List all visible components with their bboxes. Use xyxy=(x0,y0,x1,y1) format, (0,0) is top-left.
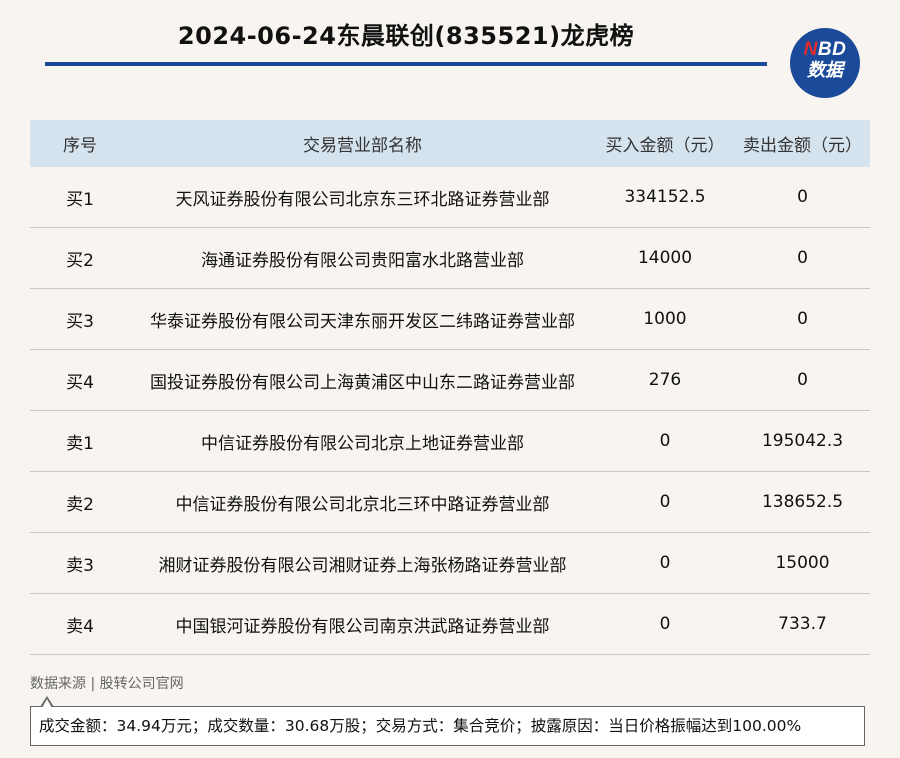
cell-seq: 买4 xyxy=(30,349,130,411)
cell-branch-name: 华泰证券股份有限公司天津东丽开发区二纬路证券营业部 xyxy=(130,288,595,350)
cell-seq: 卖3 xyxy=(30,532,130,594)
table-row: 卖3 湘财证券股份有限公司湘财证券上海张杨路证券营业部 0 15000 xyxy=(30,532,870,594)
cell-sell-amount: 733.7 xyxy=(735,593,870,655)
trade-summary-note: 成交金额：34.94万元；成交数量：30.68万股；交易方式：集合竞价；披露原因… xyxy=(30,706,865,746)
cell-buy-amount: 0 xyxy=(595,471,735,533)
cell-sell-amount: 0 xyxy=(735,349,870,411)
header-seq: 序号 xyxy=(30,120,130,167)
cell-seq: 卖4 xyxy=(30,593,130,655)
cell-branch-name: 国投证券股份有限公司上海黄浦区中山东二路证券营业部 xyxy=(130,349,595,411)
logo-text-bottom: 数据 xyxy=(807,60,843,81)
logo-letters: BD xyxy=(817,39,847,60)
cell-seq: 卖2 xyxy=(30,471,130,533)
cell-sell-amount: 0 xyxy=(735,227,870,289)
table-row: 买4 国投证券股份有限公司上海黄浦区中山东二路证券营业部 276 0 xyxy=(30,349,870,411)
table-row: 卖2 中信证券股份有限公司北京北三环中路证券营业部 0 138652.5 xyxy=(30,471,870,533)
cell-sell-amount: 0 xyxy=(735,167,870,228)
header-branch-name: 交易营业部名称 xyxy=(130,120,595,167)
title-underline xyxy=(45,62,767,66)
cell-buy-amount: 276 xyxy=(595,349,735,411)
cell-sell-amount: 138652.5 xyxy=(735,471,870,533)
cell-branch-name: 中国银河证券股份有限公司南京洪武路证券营业部 xyxy=(130,593,595,655)
cell-branch-name: 海通证券股份有限公司贵阳富水北路营业部 xyxy=(130,227,595,289)
nbd-logo: NBD 数据 xyxy=(790,28,860,98)
logo-text-top: NBD xyxy=(790,39,860,61)
cell-sell-amount: 195042.3 xyxy=(735,410,870,472)
cell-buy-amount: 1000 xyxy=(595,288,735,350)
data-source-label: 数据来源 | 股转公司官网 xyxy=(30,676,184,692)
cell-seq: 买1 xyxy=(30,167,130,228)
cell-buy-amount: 0 xyxy=(595,532,735,594)
cell-seq: 买2 xyxy=(30,227,130,289)
cell-seq: 买3 xyxy=(30,288,130,350)
table-row: 买3 华泰证券股份有限公司天津东丽开发区二纬路证券营业部 1000 0 xyxy=(30,288,870,350)
table-row: 卖1 中信证券股份有限公司北京上地证券营业部 0 195042.3 xyxy=(30,410,870,472)
cell-sell-amount: 0 xyxy=(735,288,870,350)
cell-buy-amount: 0 xyxy=(595,593,735,655)
table-row: 买1 天风证券股份有限公司北京东三环北路证券营业部 334152.5 0 xyxy=(30,167,870,228)
cell-buy-amount: 14000 xyxy=(595,227,735,289)
page-title: 2024-06-24东晨联创(835521)龙虎榜 xyxy=(177,22,635,50)
cell-buy-amount: 0 xyxy=(595,410,735,472)
cell-branch-name: 天风证券股份有限公司北京东三环北路证券营业部 xyxy=(130,167,595,228)
header-buy-amount: 买入金额（元） xyxy=(595,120,735,167)
dragon-tiger-table: 序号 交易营业部名称 买入金额（元） 卖出金额（元） 买1 天风证券股份有限公司… xyxy=(30,120,870,655)
cell-sell-amount: 15000 xyxy=(735,532,870,594)
cell-buy-amount: 334152.5 xyxy=(595,167,735,228)
cell-seq: 卖1 xyxy=(30,410,130,472)
note-pointer-fill xyxy=(41,698,52,708)
cell-branch-name: 中信证券股份有限公司北京北三环中路证券营业部 xyxy=(130,471,595,533)
table-row: 买2 海通证券股份有限公司贵阳富水北路营业部 14000 0 xyxy=(30,227,870,289)
cell-branch-name: 中信证券股份有限公司北京上地证券营业部 xyxy=(130,410,595,472)
table-header-row: 序号 交易营业部名称 买入金额（元） 卖出金额（元） xyxy=(30,120,870,167)
table-row: 卖4 中国银河证券股份有限公司南京洪武路证券营业部 0 733.7 xyxy=(30,593,870,655)
logo-accent-letter: N xyxy=(803,39,818,60)
header-sell-amount: 卖出金额（元） xyxy=(735,120,870,167)
cell-branch-name: 湘财证券股份有限公司湘财证券上海张杨路证券营业部 xyxy=(130,532,595,594)
